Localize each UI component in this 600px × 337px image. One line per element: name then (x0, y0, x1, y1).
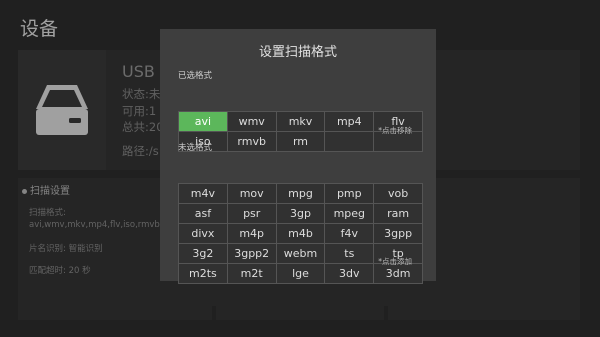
selected-formats-label: 已选格式 (178, 71, 213, 81)
unselected-format-3gp[interactable]: 3gp (276, 204, 325, 223)
unselected-formats-grid: m4v mov mpg pmp vob asf psr 3gp mpeg ram divx m4p m4… (178, 183, 423, 284)
unselected-format-m4v[interactable]: m4v (179, 184, 227, 203)
unselected-format-m4b[interactable]: m4b (276, 224, 325, 243)
scan-format-dialog: 设置扫描格式 已选格式 avi wmv mkv mp4 flv iso rmvb rm *点击… (160, 29, 436, 284)
unselected-format-3g2[interactable]: 3g2 (179, 244, 227, 263)
unselected-format-pmp[interactable]: pmp (325, 184, 374, 203)
unselected-format-3gpp2[interactable]: 3gpp2 (227, 244, 276, 263)
unselected-format-3dv[interactable]: 3dv (325, 264, 374, 283)
selected-format-mp4[interactable]: mp4 (325, 112, 374, 131)
remove-hint: *点击移除 (378, 126, 412, 135)
unselected-format-webm[interactable]: webm (276, 244, 325, 263)
selected-format-rmvb[interactable]: rmvb (227, 132, 276, 151)
selected-format-empty-cell (325, 132, 374, 151)
selected-format-avi[interactable]: avi (179, 112, 227, 131)
unselected-format-lge[interactable]: lge (276, 264, 325, 283)
selected-format-wmv[interactable]: wmv (227, 112, 276, 131)
add-hint: *点击添加 (378, 257, 412, 266)
unselected-format-f4v[interactable]: f4v (325, 224, 374, 243)
unselected-format-mpeg[interactable]: mpeg (325, 204, 374, 223)
unselected-format-m4p[interactable]: m4p (227, 224, 276, 243)
unselected-formats-label: 未选格式 (178, 143, 213, 153)
dialog-title: 设置扫描格式 (258, 45, 337, 60)
unselected-format-divx[interactable]: divx (179, 224, 227, 243)
unselected-format-mov[interactable]: mov (227, 184, 276, 203)
unselected-format-asf[interactable]: asf (179, 204, 227, 223)
selected-format-rm[interactable]: rm (276, 132, 325, 151)
unselected-format-ram[interactable]: ram (374, 204, 422, 223)
unselected-format-psr[interactable]: psr (227, 204, 276, 223)
unselected-format-vob[interactable]: vob (374, 184, 422, 203)
unselected-format-mpg[interactable]: mpg (276, 184, 325, 203)
unselected-format-m2ts[interactable]: m2ts (179, 264, 227, 283)
unselected-format-m2t[interactable]: m2t (227, 264, 276, 283)
selected-format-mkv[interactable]: mkv (276, 112, 325, 131)
unselected-format-3gpp[interactable]: 3gpp (374, 224, 422, 243)
unselected-format-ts[interactable]: ts (325, 244, 374, 263)
